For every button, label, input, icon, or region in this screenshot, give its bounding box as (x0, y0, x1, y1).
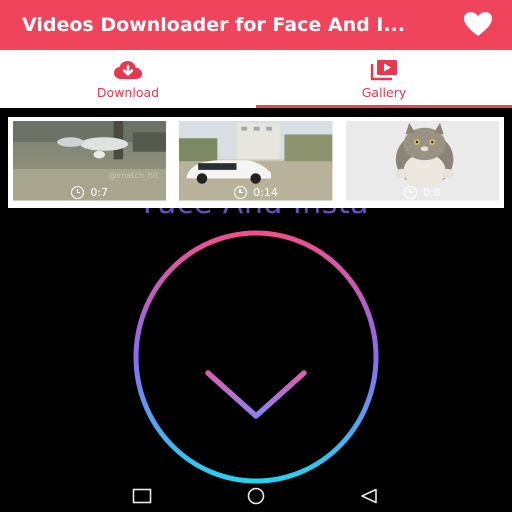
clock-icon (403, 186, 417, 199)
back-icon (361, 488, 377, 504)
tab-download-icon-wrap (113, 59, 143, 81)
app-title: Videos Downloader for Face And I... (22, 14, 406, 36)
video-duration: 0:7 (13, 186, 166, 199)
app-bar: Videos Downloader for Face And I... (0, 0, 512, 50)
clock-icon (71, 186, 85, 199)
recent-apps-icon (132, 488, 152, 504)
gallery-item[interactable]: @imatch_hit 0:7 (13, 121, 167, 204)
gallery-strip: @imatch_hit 0:7 0:14 0:8 (8, 117, 504, 208)
clock-icon (234, 186, 248, 199)
gallery-item[interactable]: 0:14 (179, 121, 333, 204)
home-button[interactable] (244, 487, 268, 505)
download-arrow-icon (205, 293, 307, 419)
heart-icon (464, 12, 492, 36)
back-button[interactable] (357, 487, 381, 505)
download-graphic (133, 230, 379, 484)
tab-bar: Download Gallery (0, 50, 512, 108)
video-duration: 0:8 (346, 186, 499, 199)
tab-download-label: Download (96, 85, 160, 100)
video-library-icon (370, 60, 397, 81)
system-nav-bar (0, 480, 512, 512)
tab-gallery-label: Gallery (361, 85, 407, 100)
home-icon (247, 487, 265, 505)
video-duration: 0:14 (179, 186, 332, 199)
thumbnail-watermark: @imatch_hit (108, 171, 159, 180)
video-duration-label: 0:14 (253, 186, 278, 199)
video-duration-label: 0:8 (422, 186, 441, 199)
favorite-button[interactable] (462, 10, 494, 38)
gallery-item[interactable]: 0:8 (345, 121, 499, 204)
tab-download[interactable]: Download (0, 50, 256, 108)
cloud-download-icon (114, 61, 142, 79)
tab-gallery[interactable]: Gallery (256, 50, 512, 108)
recent-apps-button[interactable] (130, 487, 154, 505)
video-duration-label: 0:7 (90, 186, 109, 199)
tab-gallery-icon-wrap (369, 59, 399, 81)
